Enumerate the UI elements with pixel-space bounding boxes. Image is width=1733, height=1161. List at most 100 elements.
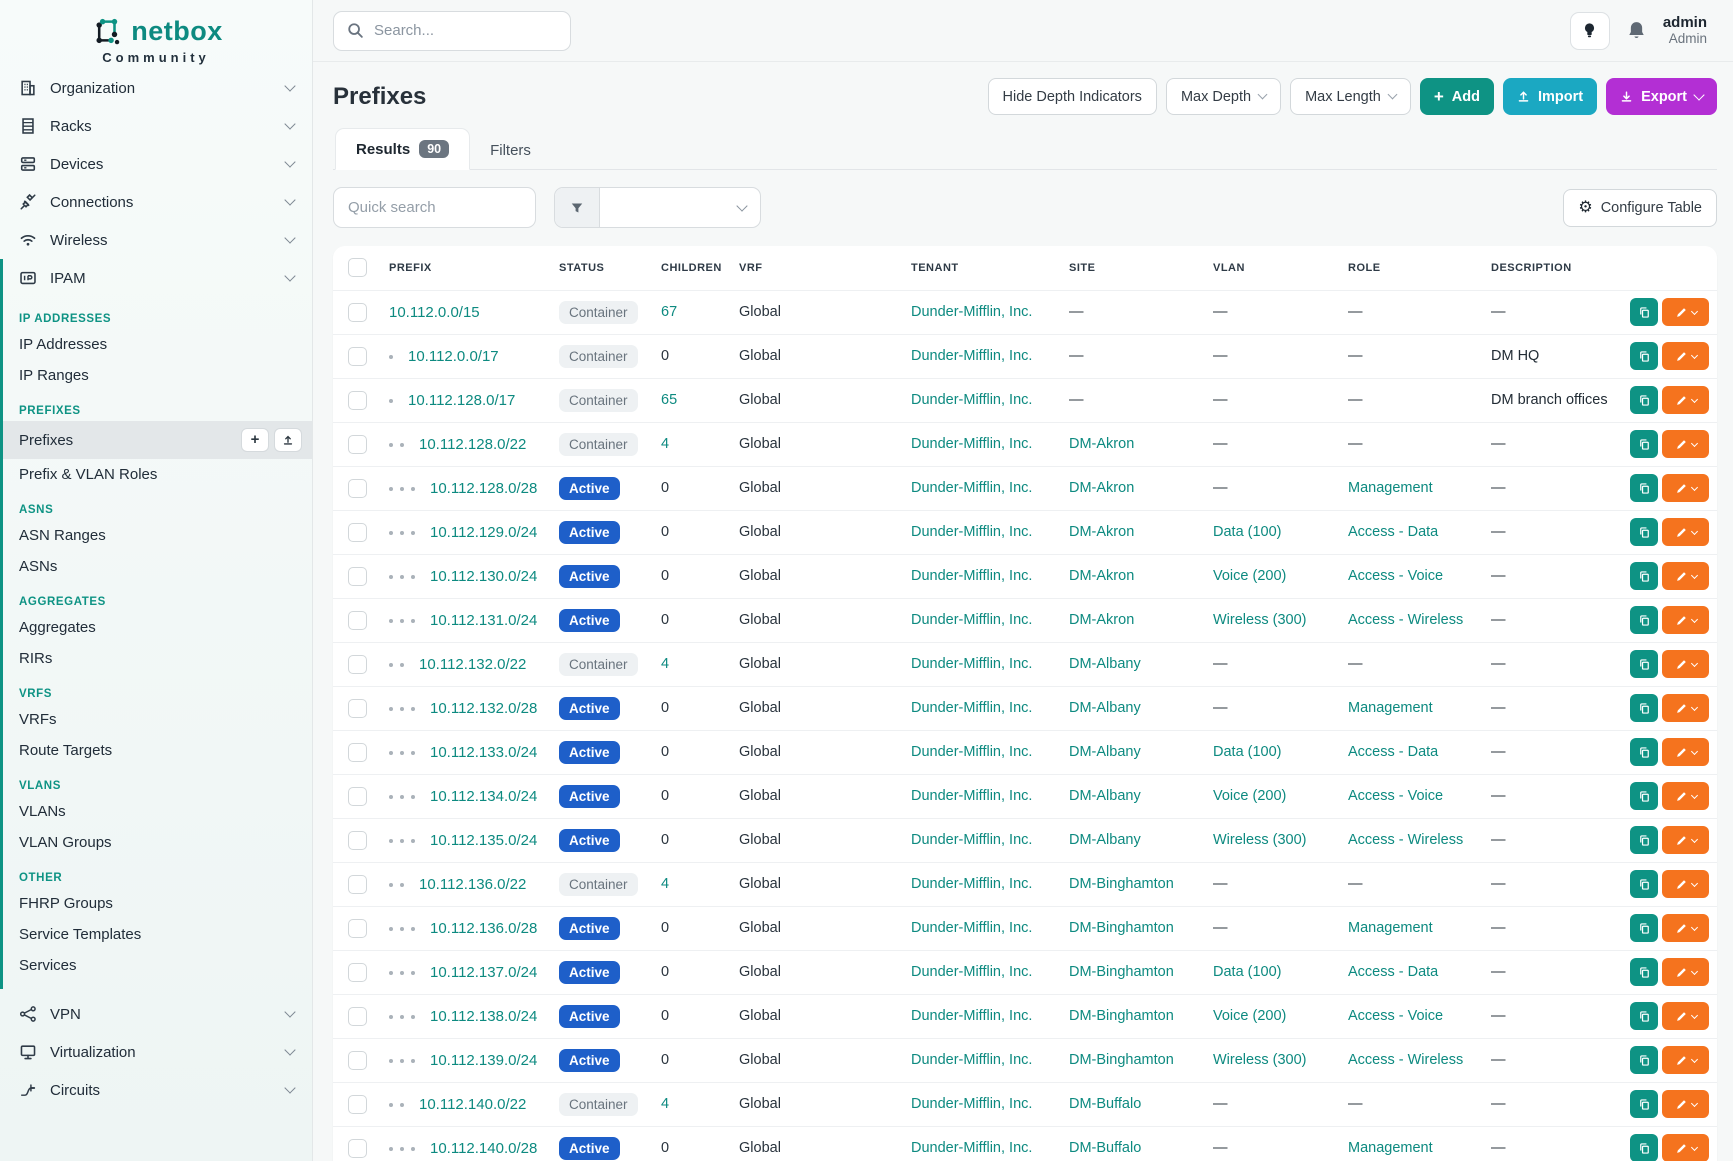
- prefix-link[interactable]: 10.112.139.0/24: [430, 1052, 537, 1069]
- site-link[interactable]: DM-Akron: [1069, 568, 1134, 584]
- copy-button[interactable]: [1630, 430, 1658, 458]
- prefix-link[interactable]: 10.112.129.0/24: [430, 524, 537, 541]
- tab-filters[interactable]: Filters: [470, 131, 551, 170]
- add-button[interactable]: + Add: [1420, 78, 1494, 115]
- sidebar-item-asns[interactable]: ASNs: [3, 551, 312, 582]
- prefix-link[interactable]: 10.112.135.0/24: [430, 832, 537, 849]
- tab-results[interactable]: Results 90: [335, 128, 470, 170]
- global-search[interactable]: [333, 11, 571, 51]
- prefix-link[interactable]: 10.112.132.0/22: [419, 656, 526, 673]
- sidebar-item-vlans[interactable]: VLANs: [3, 796, 312, 827]
- site-link[interactable]: DM-Akron: [1069, 524, 1134, 540]
- role-link[interactable]: Access - Voice: [1348, 1008, 1443, 1024]
- copy-button[interactable]: [1630, 1090, 1658, 1118]
- max-length-dropdown[interactable]: Max Length: [1290, 78, 1411, 115]
- copy-button[interactable]: [1630, 650, 1658, 678]
- sidebar-item-racks[interactable]: Racks: [0, 107, 312, 145]
- edit-button[interactable]: [1662, 650, 1709, 678]
- prefix-link[interactable]: 10.112.136.0/28: [430, 920, 537, 937]
- sidebar-item-prefix-vlan-roles[interactable]: Prefix & VLAN Roles: [3, 459, 312, 490]
- vlan-link[interactable]: Wireless (300): [1213, 612, 1306, 628]
- role-link[interactable]: Access - Voice: [1348, 788, 1443, 804]
- prefix-link[interactable]: 10.112.140.0/22: [419, 1096, 526, 1113]
- row-checkbox[interactable]: [348, 831, 367, 850]
- copy-button[interactable]: [1630, 474, 1658, 502]
- tenant-link[interactable]: Dunder-Mifflin, Inc.: [911, 788, 1032, 804]
- edit-button[interactable]: [1662, 298, 1709, 326]
- sidebar-item-vrfs[interactable]: VRFs: [3, 704, 312, 735]
- role-link[interactable]: Access - Data: [1348, 524, 1438, 540]
- role-link[interactable]: Access - Data: [1348, 964, 1438, 980]
- site-link[interactable]: DM-Albany: [1069, 744, 1141, 760]
- column-header-site[interactable]: SITE: [1059, 246, 1203, 290]
- prefix-link[interactable]: 10.112.140.0/28: [430, 1140, 537, 1157]
- edit-button[interactable]: [1662, 826, 1709, 854]
- copy-button[interactable]: [1630, 826, 1658, 854]
- edit-button[interactable]: [1662, 1046, 1709, 1074]
- edit-button[interactable]: [1662, 518, 1709, 546]
- max-depth-dropdown[interactable]: Max Depth: [1166, 78, 1281, 115]
- copy-button[interactable]: [1630, 386, 1658, 414]
- prefix-link[interactable]: 10.112.0.0/15: [389, 304, 480, 321]
- tenant-link[interactable]: Dunder-Mifflin, Inc.: [911, 480, 1032, 496]
- edit-button[interactable]: [1662, 386, 1709, 414]
- sidebar-item-vpn[interactable]: VPN: [0, 995, 312, 1033]
- tenant-link[interactable]: Dunder-Mifflin, Inc.: [911, 524, 1032, 540]
- column-header-status[interactable]: STATUS: [549, 246, 651, 290]
- tenant-link[interactable]: Dunder-Mifflin, Inc.: [911, 392, 1032, 408]
- copy-button[interactable]: [1630, 1046, 1658, 1074]
- row-checkbox[interactable]: [348, 479, 367, 498]
- tenant-link[interactable]: Dunder-Mifflin, Inc.: [911, 612, 1032, 628]
- tenant-link[interactable]: Dunder-Mifflin, Inc.: [911, 920, 1032, 936]
- edit-button[interactable]: [1662, 606, 1709, 634]
- site-link[interactable]: DM-Akron: [1069, 612, 1134, 628]
- children-count-link[interactable]: 67: [661, 304, 677, 320]
- prefix-link[interactable]: 10.112.128.0/22: [419, 436, 526, 453]
- row-checkbox[interactable]: [348, 919, 367, 938]
- sidebar-item-aggregates[interactable]: Aggregates: [3, 612, 312, 643]
- column-header-role[interactable]: ROLE: [1338, 246, 1481, 290]
- vlan-link[interactable]: Voice (200): [1213, 788, 1286, 804]
- site-link[interactable]: DM-Binghamton: [1069, 1052, 1174, 1068]
- site-link[interactable]: DM-Akron: [1069, 436, 1134, 452]
- row-checkbox[interactable]: [348, 875, 367, 894]
- row-checkbox[interactable]: [348, 787, 367, 806]
- prefix-link[interactable]: 10.112.0.0/17: [408, 348, 499, 365]
- sidebar-item-devices[interactable]: Devices: [0, 145, 312, 183]
- row-checkbox[interactable]: [348, 567, 367, 586]
- prefix-link[interactable]: 10.112.134.0/24: [430, 788, 537, 805]
- copy-button[interactable]: [1630, 694, 1658, 722]
- role-link[interactable]: Access - Data: [1348, 744, 1438, 760]
- sidebar-item-service-templates[interactable]: Service Templates: [3, 919, 312, 950]
- sidebar-item-organization[interactable]: Organization: [0, 69, 312, 107]
- edit-button[interactable]: [1662, 782, 1709, 810]
- children-count-link[interactable]: 4: [661, 1096, 669, 1112]
- edit-button[interactable]: [1662, 914, 1709, 942]
- tenant-link[interactable]: Dunder-Mifflin, Inc.: [911, 832, 1032, 848]
- role-link[interactable]: Management: [1348, 1140, 1433, 1156]
- copy-button[interactable]: [1630, 958, 1658, 986]
- site-link[interactable]: DM-Albany: [1069, 788, 1141, 804]
- theme-toggle-button[interactable]: [1570, 12, 1610, 50]
- site-link[interactable]: DM-Binghamton: [1069, 876, 1174, 892]
- prefix-link[interactable]: 10.112.136.0/22: [419, 876, 526, 893]
- column-header-vlan[interactable]: VLAN: [1203, 246, 1338, 290]
- vlan-link[interactable]: Wireless (300): [1213, 1052, 1306, 1068]
- sidebar-item-services[interactable]: Services: [3, 950, 312, 981]
- copy-button[interactable]: [1630, 562, 1658, 590]
- tenant-link[interactable]: Dunder-Mifflin, Inc.: [911, 1140, 1032, 1156]
- sidebar-item-circuits[interactable]: Circuits: [0, 1071, 312, 1109]
- hide-depth-indicators-button[interactable]: Hide Depth Indicators: [988, 78, 1157, 115]
- row-checkbox[interactable]: [348, 655, 367, 674]
- sidebar-item-wireless[interactable]: Wireless: [0, 221, 312, 259]
- vlan-link[interactable]: Wireless (300): [1213, 832, 1306, 848]
- tenant-link[interactable]: Dunder-Mifflin, Inc.: [911, 700, 1032, 716]
- site-link[interactable]: DM-Binghamton: [1069, 964, 1174, 980]
- site-link[interactable]: DM-Buffalo: [1069, 1140, 1141, 1156]
- edit-button[interactable]: [1662, 1134, 1709, 1161]
- edit-button[interactable]: [1662, 474, 1709, 502]
- add-prefix-button[interactable]: +: [241, 428, 269, 452]
- sidebar-item-rirs[interactable]: RIRs: [3, 643, 312, 674]
- site-link[interactable]: DM-Binghamton: [1069, 920, 1174, 936]
- sidebar-item-prefixes[interactable]: Prefixes+: [3, 421, 312, 459]
